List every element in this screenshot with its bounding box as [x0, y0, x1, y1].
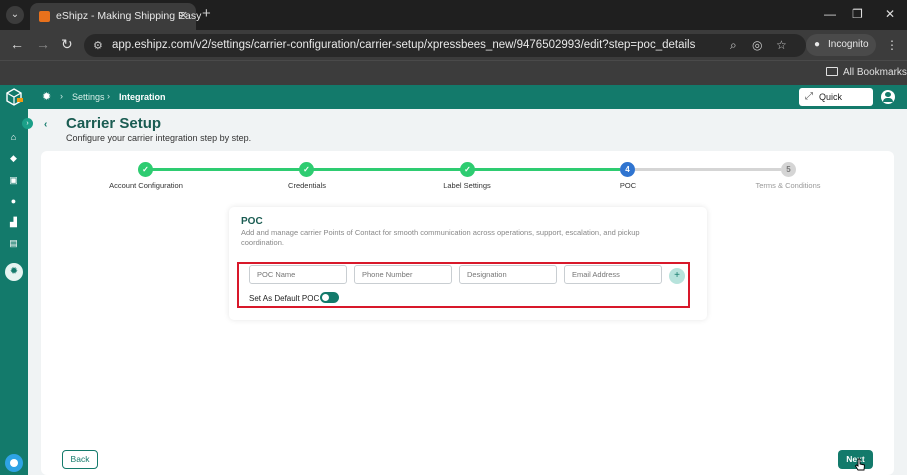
tracking-protection-icon[interactable]: ◎ — [752, 38, 762, 52]
bookmark-star-icon[interactable]: ☆ — [776, 38, 787, 52]
all-bookmarks[interactable]: All Bookmarks — [826, 67, 907, 78]
analytics-icon[interactable]: ▟ — [7, 216, 20, 229]
step-label-terms-conditions: Terms & Conditions — [755, 181, 821, 190]
sidebar-expand-icon[interactable]: › — [22, 118, 33, 129]
step-label-account-configuration: Account Configuration — [109, 181, 183, 190]
home-icon[interactable]: ⌂ — [7, 131, 20, 144]
folder-icon — [826, 67, 838, 76]
step-2-check-icon[interactable]: ✓ — [299, 162, 314, 177]
restore-icon[interactable]: ❐ — [852, 7, 863, 21]
bookmarks-bar: All Bookmarks — [0, 60, 907, 85]
step-label-credentials: Credentials — [288, 181, 326, 190]
back-arrow-icon[interactable]: ← — [10, 37, 24, 52]
zoom-icon[interactable]: ⌕ — [730, 38, 737, 53]
quick-actions-button[interactable]: ⤢ Quick Actions — [799, 88, 873, 120]
browser-toolbar: ← → ↻ ⚙ app.eshipz.com/v2/settings/carri… — [0, 30, 907, 60]
eshipz-logo[interactable] — [5, 88, 23, 106]
chat-support-icon[interactable] — [5, 454, 23, 472]
back-button[interactable]: Back — [62, 450, 98, 469]
step-1-check-icon[interactable]: ✓ — [138, 162, 153, 177]
designation-input[interactable] — [459, 265, 557, 284]
step-4-indicator[interactable]: 4 — [620, 162, 635, 177]
default-poc-label: Set As Default POC — [249, 294, 320, 303]
hand-cursor-icon — [854, 458, 865, 471]
phone-number-input[interactable] — [354, 265, 452, 284]
email-address-input[interactable] — [564, 265, 662, 284]
poc-description: Add and manage carrier Points of Contact… — [241, 228, 640, 247]
stepper-connector — [152, 168, 300, 171]
page-title: Carrier Setup — [66, 115, 162, 132]
app-header: ✹ › Settings › Integration ⤢ Quick Actio… — [0, 85, 907, 120]
stepper-connector — [313, 168, 461, 171]
step-label-label-settings: Label Settings — [443, 181, 491, 190]
add-poc-button[interactable]: + — [669, 268, 685, 284]
address-bar[interactable]: ⚙ app.eshipz.com/v2/settings/carrier-con… — [84, 34, 806, 57]
settings-gear-icon[interactable]: ✹ — [42, 90, 51, 103]
stepper-connector — [635, 168, 781, 171]
orders-icon[interactable]: ▣ — [7, 174, 20, 187]
incognito-label: Incognito — [828, 39, 869, 50]
minimize-icon[interactable]: — — [824, 7, 836, 21]
poc-name-input[interactable] — [249, 265, 347, 284]
step-label-poc: POC — [619, 181, 637, 190]
breadcrumb-separator-icon: › — [60, 91, 63, 101]
url-text[interactable]: app.eshipz.com/v2/settings/carrier-confi… — [112, 39, 695, 51]
incognito-icon: ● — [814, 39, 821, 50]
tracking-icon[interactable]: ● — [7, 195, 20, 208]
incognito-badge[interactable]: ● Incognito — [806, 34, 876, 56]
eshipz-favicon-icon — [39, 11, 50, 22]
back-chevron-icon[interactable]: ‹ — [44, 119, 47, 130]
forward-arrow-icon[interactable]: → — [36, 37, 50, 52]
quick-actions-icon: ⤢ — [805, 91, 813, 102]
step-5-indicator[interactable]: 5 — [781, 162, 796, 177]
all-bookmarks-label: All Bookmarks — [843, 67, 907, 78]
shipments-icon[interactable]: ◆ — [7, 152, 20, 165]
tab-search-icon[interactable]: ⌄ — [6, 6, 24, 24]
stepper-connector — [474, 168, 620, 171]
browser-tab-bar: ⌄ eShipz - Making Shipping Easy ✕ + — ❐ … — [0, 0, 907, 30]
site-info-icon[interactable]: ⚙ — [93, 39, 103, 52]
default-poc-toggle[interactable] — [320, 292, 339, 303]
user-avatar-icon[interactable] — [881, 90, 895, 104]
breadcrumb-settings[interactable]: Settings — [72, 92, 105, 102]
breadcrumb-integration: Integration — [119, 92, 166, 102]
new-tab-icon[interactable]: + — [202, 6, 211, 22]
reload-icon[interactable]: ↻ — [61, 37, 73, 52]
sidebar: ⌂ ◆ ▣ ● ▟ ▤ ✹ — [0, 109, 28, 475]
poc-title: POC — [241, 216, 263, 227]
browser-tab[interactable]: eShipz - Making Shipping Easy ✕ — [30, 3, 201, 30]
reports-icon[interactable]: ▤ — [7, 237, 20, 250]
window-close-icon[interactable]: ✕ — [885, 7, 895, 21]
step-3-check-icon[interactable]: ✓ — [460, 162, 475, 177]
browser-menu-icon[interactable]: ⋮ — [886, 38, 898, 52]
breadcrumb-separator-icon: › — [107, 91, 110, 101]
page-subtitle: Configure your carrier integration step … — [66, 133, 252, 143]
tab-close-icon[interactable]: ✕ — [179, 9, 188, 22]
settings-icon[interactable]: ✹ — [5, 263, 23, 281]
